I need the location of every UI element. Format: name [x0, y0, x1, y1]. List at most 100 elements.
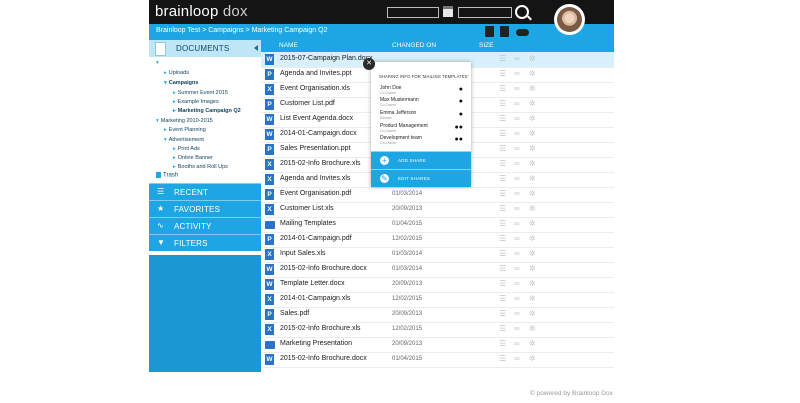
file-name[interactable]: Sales.pdf — [280, 310, 309, 317]
link-icon[interactable]: ∞ — [514, 69, 520, 78]
details-icon[interactable]: ☰ — [499, 219, 506, 228]
file-name[interactable]: Marketing Presentation — [280, 340, 352, 347]
sidebar-trash[interactable]: Trash — [156, 172, 178, 179]
panel-favorites[interactable]: ★ FAVORITES — [149, 200, 261, 217]
table-row[interactable]: Marketing Presentation 20/09/2013 ☰ ∞ ✲ — [261, 337, 614, 353]
details-icon[interactable]: ☰ — [499, 234, 506, 243]
link-icon[interactable]: ∞ — [514, 219, 520, 228]
tree-node-summer-event[interactable]: Summer Event 2015 — [173, 90, 228, 96]
file-name[interactable]: Input Sales.xls — [280, 250, 326, 257]
share-icon[interactable]: ✲ — [529, 144, 536, 153]
details-icon[interactable]: ☰ — [499, 339, 506, 348]
link-icon[interactable]: ∞ — [514, 249, 520, 258]
table-row[interactable]: Mailing Templates 01/04/2015 ☰ ∞ ✲ — [261, 217, 614, 233]
details-icon[interactable]: ☰ — [499, 279, 506, 288]
details-icon[interactable]: ☰ — [499, 204, 506, 213]
link-icon[interactable]: ∞ — [514, 84, 520, 93]
tree-node-booths[interactable]: Booths and Roll Ups — [173, 164, 228, 170]
details-icon[interactable]: ☰ — [499, 54, 506, 63]
details-icon[interactable]: ☰ — [499, 309, 506, 318]
tree-node-campaigns[interactable]: Campaigns — [164, 80, 199, 86]
collapse-arrow-icon[interactable] — [254, 45, 258, 51]
link-icon[interactable]: ∞ — [514, 189, 520, 198]
tree-node-print-ads[interactable]: Print Ads — [173, 146, 200, 152]
file-name[interactable]: 2015-02-Info Brochure.xls — [280, 325, 361, 332]
edit-shares-button[interactable]: ✎ EDIT SHARES — [371, 169, 471, 187]
details-icon[interactable]: ☰ — [499, 294, 506, 303]
table-row[interactable]: X Input Sales.xls 01/03/2014 ☰ ∞ ✲ — [261, 247, 614, 263]
link-icon[interactable]: ∞ — [514, 234, 520, 243]
tree-node-uploads[interactable]: Uploads — [164, 70, 189, 76]
file-name[interactable]: Agenda and Invites.xls — [280, 175, 350, 182]
table-row[interactable]: W 2015-02-Info Brochure.docx 01/03/2014 ☰ ∞ ✲ — [261, 262, 614, 278]
details-icon[interactable]: ☰ — [499, 129, 506, 138]
file-name[interactable]: Template Letter.docx — [280, 280, 345, 287]
link-icon[interactable]: ∞ — [514, 279, 520, 288]
panel-recent[interactable]: ☰ RECENT — [149, 183, 261, 200]
share-icon[interactable]: ✲ — [529, 249, 536, 258]
share-icon[interactable]: ✲ — [529, 324, 536, 333]
file-name[interactable]: Agenda and Invites.ppt — [280, 70, 352, 77]
share-icon[interactable]: ✲ — [529, 234, 536, 243]
column-changed-on[interactable]: CHANGED ON — [392, 42, 436, 49]
link-icon[interactable]: ∞ — [514, 54, 520, 63]
documents-header[interactable]: DOCUMENTS — [149, 40, 261, 57]
panel-activity[interactable]: ∿ ACTIVITY — [149, 217, 261, 234]
share-icon[interactable]: ✲ — [529, 129, 536, 138]
share-icon[interactable]: ✲ — [529, 264, 536, 273]
file-name[interactable]: 2014-01-Campaign.pdf — [280, 235, 352, 242]
table-row[interactable]: P Sales.pdf 20/09/2013 ☰ ∞ ✲ — [261, 307, 614, 323]
tree-node-advertisement[interactable]: Advertisement — [164, 137, 204, 143]
trash-icon[interactable] — [485, 26, 494, 37]
column-size[interactable]: SIZE — [479, 42, 493, 49]
column-name[interactable]: NAME — [279, 42, 298, 49]
details-icon[interactable]: ☰ — [499, 174, 506, 183]
share-icon[interactable]: ✲ — [529, 189, 536, 198]
link-icon[interactable]: ∞ — [514, 159, 520, 168]
table-row[interactable]: W 2015-02-Info Brochure.docx 01/04/2015 ☰ ∞ ✲ — [261, 352, 614, 368]
details-icon[interactable]: ☰ — [499, 354, 506, 363]
link-icon[interactable]: ∞ — [514, 294, 520, 303]
details-icon[interactable]: ☰ — [499, 69, 506, 78]
file-name[interactable]: Mailing Templates — [280, 220, 336, 227]
breadcrumb[interactable]: Brainloop Test > Campaigns > Marketing C… — [156, 27, 327, 34]
share-icon[interactable]: ✲ — [529, 279, 536, 288]
tree-node-marketing-campaign-q2[interactable]: Marketing Campaign Q2 — [173, 108, 241, 114]
table-row[interactable]: P 2014-01-Campaign.pdf 12/02/2015 ☰ ∞ ✲ — [261, 232, 614, 248]
share-icon[interactable]: ✲ — [529, 354, 536, 363]
link-icon[interactable]: ∞ — [514, 354, 520, 363]
link-icon[interactable]: ∞ — [514, 114, 520, 123]
link-icon[interactable]: ∞ — [514, 129, 520, 138]
share-icon[interactable]: ✲ — [529, 159, 536, 168]
share-icon[interactable]: ✲ — [529, 99, 536, 108]
share-icon[interactable]: ✲ — [529, 114, 536, 123]
file-name[interactable]: 2015-02-Info Brochure.docx — [280, 355, 367, 362]
add-share-button[interactable]: + ADD SHARE — [371, 151, 471, 169]
search-input[interactable] — [458, 7, 512, 18]
file-name[interactable]: List Event Agenda.docx — [280, 115, 353, 122]
share-icon[interactable]: ✲ — [529, 339, 536, 348]
file-name[interactable]: Event Organisation.xls — [280, 85, 350, 92]
link-icon[interactable]: ∞ — [514, 324, 520, 333]
table-row[interactable]: X Customer List.xls 20/09/2013 ☰ ∞ ✲ — [261, 202, 614, 218]
link-icon[interactable]: ∞ — [514, 264, 520, 273]
library-icon[interactable] — [500, 26, 509, 37]
calendar-icon[interactable] — [443, 6, 453, 17]
file-name[interactable]: Event Organisation.pdf — [280, 190, 351, 197]
tree-node-root[interactable] — [156, 60, 161, 66]
link-icon[interactable]: ∞ — [514, 144, 520, 153]
table-row[interactable]: P Event Organisation.pdf 01/03/2014 ☰ ∞ ✲ — [261, 187, 614, 203]
file-name[interactable]: 2015-07-Campaign Plan.docx — [280, 55, 373, 62]
share-icon[interactable]: ✲ — [529, 174, 536, 183]
share-icon[interactable]: ✲ — [529, 309, 536, 318]
details-icon[interactable]: ☰ — [499, 84, 506, 93]
table-row[interactable]: X 2014-01-Campaign.xls 12/02/2015 ☰ ∞ ✲ — [261, 292, 614, 308]
details-icon[interactable]: ☰ — [499, 324, 506, 333]
link-icon[interactable]: ∞ — [514, 204, 520, 213]
search-icon[interactable] — [515, 5, 529, 19]
tree-node-online-banner[interactable]: Online Banner — [173, 155, 213, 161]
details-icon[interactable]: ☰ — [499, 264, 506, 273]
details-icon[interactable]: ☰ — [499, 114, 506, 123]
share-icon[interactable]: ✲ — [529, 219, 536, 228]
tree-node-marketing-2010-2015[interactable]: Marketing 2010-2015 — [156, 118, 213, 124]
